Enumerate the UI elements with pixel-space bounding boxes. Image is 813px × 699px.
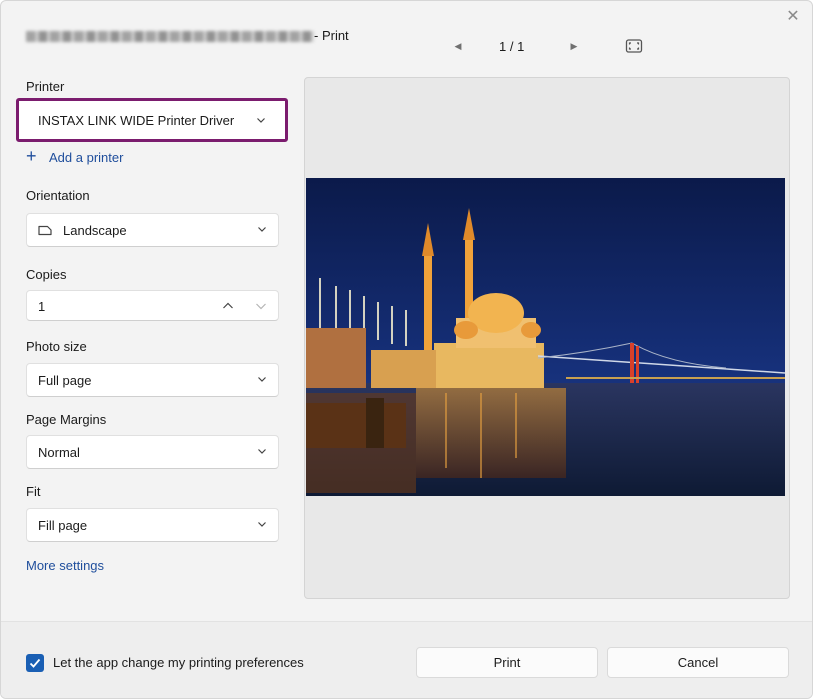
copies-label: Copies xyxy=(26,267,67,282)
chevron-down-icon xyxy=(256,445,268,457)
chevron-down-icon xyxy=(255,114,267,126)
orientation-value: Landscape xyxy=(63,223,127,238)
dialog-title: - Print xyxy=(314,28,349,43)
plus-icon: + xyxy=(26,146,37,166)
preferences-checkbox-label: Let the app change my printing preferenc… xyxy=(53,655,304,670)
dialog-footer: Let the app change my printing preferenc… xyxy=(1,621,812,698)
redacted-document-name xyxy=(26,31,314,42)
printer-label: Printer xyxy=(26,79,65,94)
landscape-icon xyxy=(38,224,52,236)
print-dialog: - Print ✕ ◀ 1 / 1 ▶ Printer INSTAX LINK … xyxy=(0,0,813,699)
orientation-label: Orientation xyxy=(26,188,90,203)
chevron-down-icon xyxy=(256,373,268,385)
fit-select[interactable]: Fill page xyxy=(26,508,279,542)
title-bar: - Print ✕ ◀ 1 / 1 ▶ xyxy=(1,1,812,61)
next-page-icon[interactable]: ▶ xyxy=(566,38,582,54)
chevron-up-icon[interactable] xyxy=(221,299,235,313)
copies-stepper[interactable]: 1 xyxy=(26,290,279,321)
chevron-down-icon xyxy=(256,223,268,235)
page-margins-select[interactable]: Normal xyxy=(26,435,279,469)
printer-value: INSTAX LINK WIDE Printer Driver xyxy=(38,113,235,128)
photo-size-select[interactable]: Full page xyxy=(26,363,279,397)
print-button[interactable]: Print xyxy=(416,647,598,678)
chevron-down-icon xyxy=(256,518,268,530)
add-printer-label: Add a printer xyxy=(49,150,124,165)
close-icon[interactable]: ✕ xyxy=(783,7,803,27)
printer-select[interactable]: INSTAX LINK WIDE Printer Driver xyxy=(16,98,288,142)
preferences-checkbox[interactable] xyxy=(26,654,44,672)
page-margins-value: Normal xyxy=(38,445,80,460)
page-margins-label: Page Margins xyxy=(26,412,107,427)
previous-page-icon[interactable]: ◀ xyxy=(450,38,466,54)
chevron-down-icon[interactable] xyxy=(254,299,268,313)
photo-size-label: Photo size xyxy=(26,339,87,354)
copies-value: 1 xyxy=(38,299,46,314)
preview-photo xyxy=(306,178,785,496)
page-indicator: 1 / 1 xyxy=(499,39,525,54)
fit-value: Fill page xyxy=(38,518,88,533)
more-settings-link[interactable]: More settings xyxy=(26,558,104,573)
fit-to-window-icon[interactable] xyxy=(625,38,643,54)
fit-label: Fit xyxy=(26,484,41,499)
checkmark-icon xyxy=(29,658,41,668)
cancel-button[interactable]: Cancel xyxy=(607,647,789,678)
photo-size-value: Full page xyxy=(38,373,92,388)
orientation-select[interactable]: Landscape xyxy=(26,213,279,247)
